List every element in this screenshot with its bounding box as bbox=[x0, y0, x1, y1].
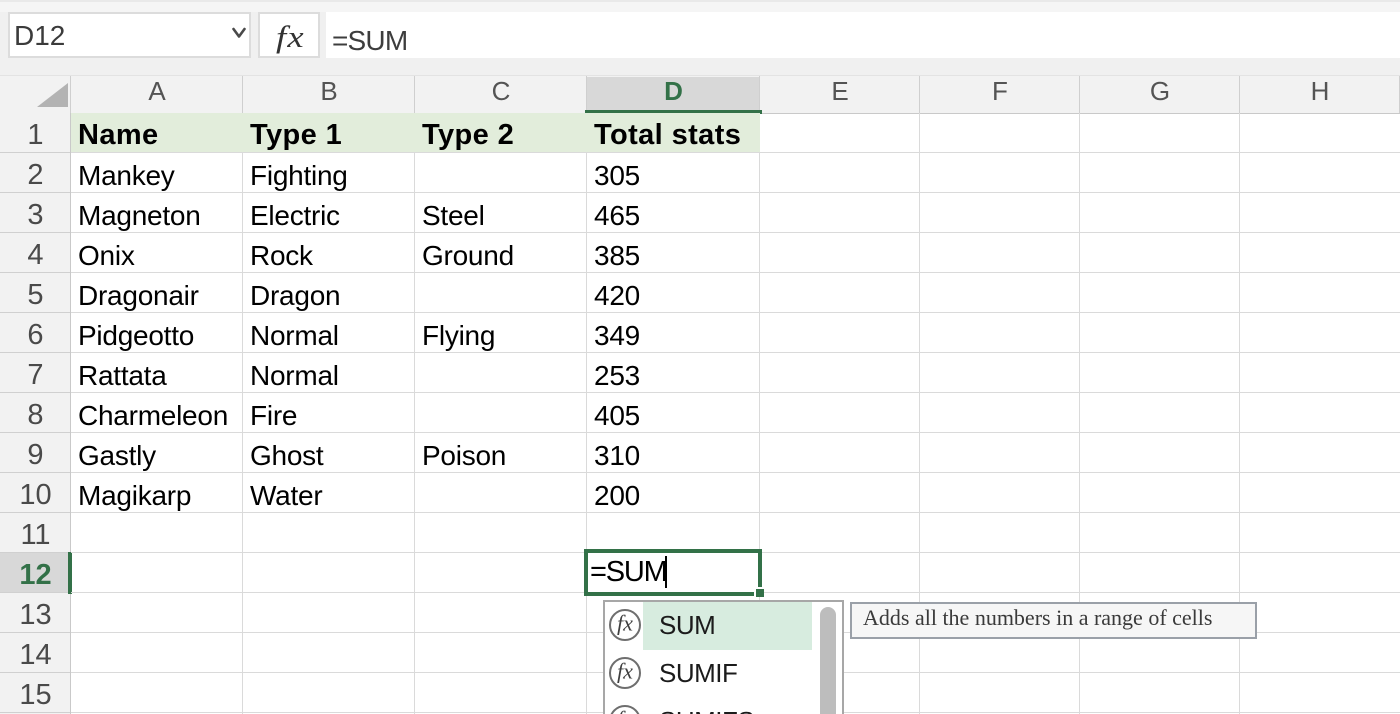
svg-text:fx: fx bbox=[617, 659, 633, 684]
svg-text:fx: fx bbox=[617, 611, 633, 636]
svg-text:fx: fx bbox=[617, 707, 633, 714]
